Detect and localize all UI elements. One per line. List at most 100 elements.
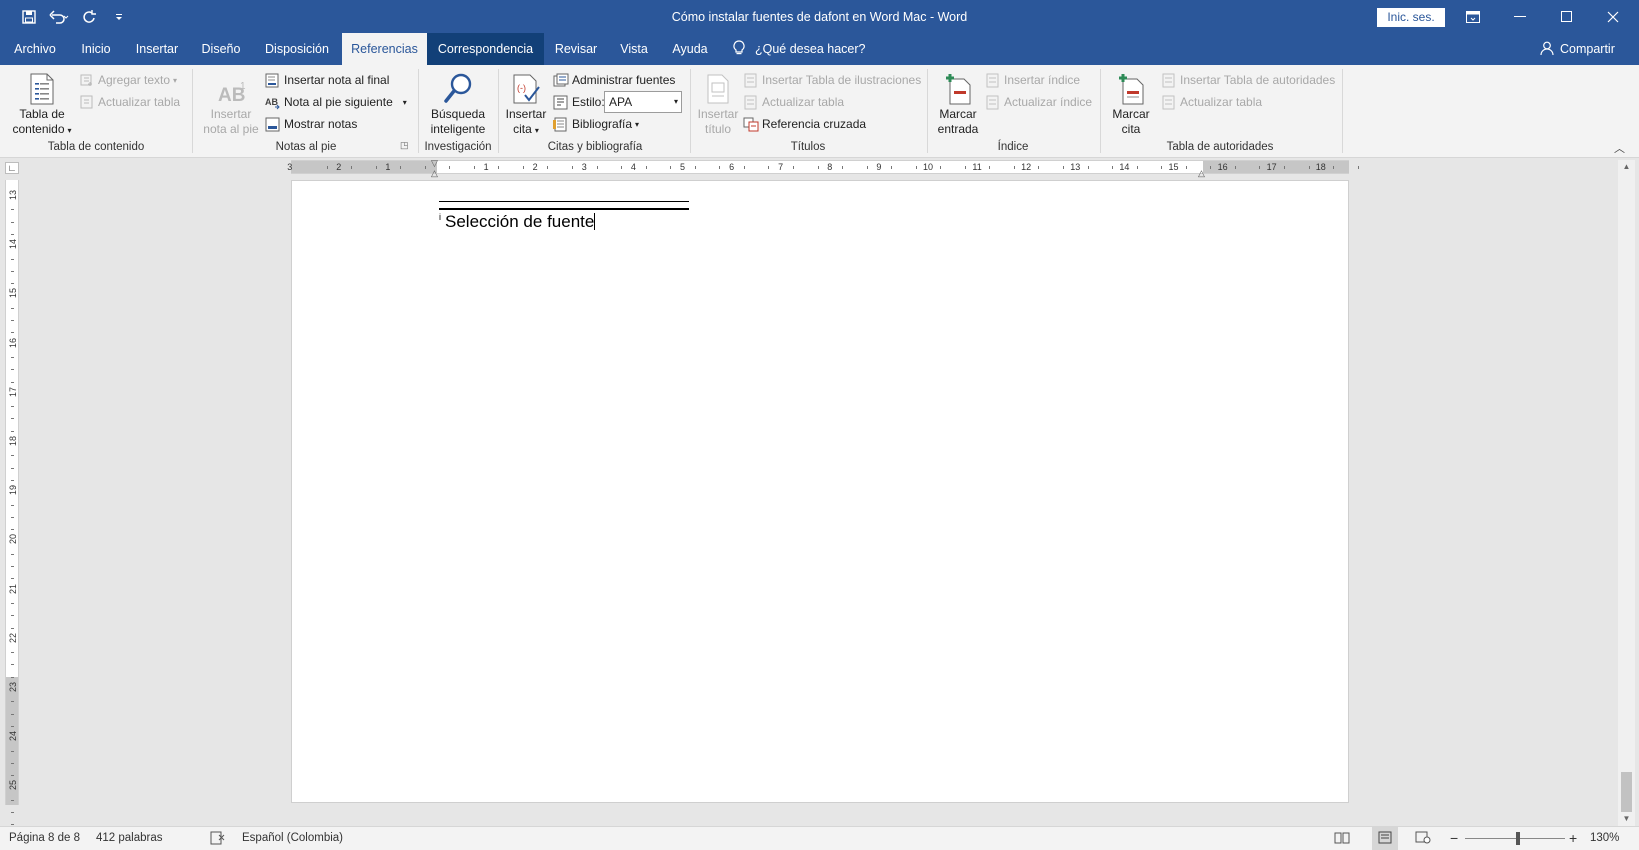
share-button[interactable]: Compartir: [1540, 33, 1615, 65]
ruler-tick: [11, 750, 14, 752]
ruler-tick: [817, 166, 819, 169]
mark-entry-button[interactable]: Marcar entrada: [932, 69, 984, 137]
update-table-icon: [78, 94, 95, 110]
ruler-number: 4: [630, 162, 636, 172]
chevron-down-icon: ▾: [635, 119, 640, 129]
vertical-scrollbar[interactable]: ▲ ▼: [1618, 160, 1635, 826]
svg-text:1: 1: [240, 81, 246, 92]
tab-referencias[interactable]: Referencias: [342, 33, 427, 65]
next-footnote-icon: AB: [264, 94, 281, 110]
ruler-number: 18: [1315, 162, 1326, 172]
tab-selector[interactable]: ∟: [5, 162, 19, 174]
insert-table-of-authorities-button[interactable]: Insertar Tabla de autoridades: [1160, 70, 1335, 90]
ruler-number: 15: [8, 288, 18, 299]
zoom-slider-track[interactable]: [1465, 838, 1565, 839]
ruler-tick: [11, 578, 14, 580]
smart-lookup-button[interactable]: Búsqueda inteligente: [424, 69, 492, 137]
tab-insertar[interactable]: Insertar: [126, 33, 188, 65]
tab-disposicion[interactable]: Disposición: [260, 33, 334, 65]
signin-button[interactable]: Inic. ses.: [1377, 8, 1445, 27]
tab-vista[interactable]: Vista: [613, 33, 655, 65]
insert-footnote-button[interactable]: AB 1 Insertar nota al pie: [200, 69, 262, 137]
tab-diseno[interactable]: Diseño: [195, 33, 247, 65]
update-authorities-table-button[interactable]: Actualizar tabla: [1160, 92, 1262, 112]
group-label-authorities: Tabla de autoridades: [1166, 141, 1274, 153]
ruler-tick: [11, 529, 14, 531]
zoom-level[interactable]: 130%: [1590, 827, 1619, 850]
horizontal-ruler[interactable]: ▽ △ △ 3 2 1 1 2 3 4 5 6 7 8 9 10 11 12 13 14 15 16 17 18: [287, 158, 1359, 178]
web-layout-icon[interactable]: [1415, 827, 1431, 850]
collapse-ribbon-icon[interactable]: ︿: [1614, 140, 1625, 156]
scroll-down-icon[interactable]: ▼: [1618, 812, 1635, 826]
ruler-number: 9: [876, 162, 882, 172]
insert-citation-button[interactable]: (-) Insertar cita ▾: [502, 69, 550, 138]
ruler-tick: [375, 166, 377, 169]
bibliography-button[interactable]: Bibliografía ▾: [552, 114, 639, 134]
tab-correspondencia[interactable]: Correspondencia: [427, 33, 544, 65]
cross-reference-button[interactable]: Referencia cruzada: [742, 114, 866, 134]
insert-footnote-label-2: nota al pie: [203, 122, 259, 136]
tab-ayuda[interactable]: Ayuda: [665, 33, 715, 65]
read-mode-icon[interactable]: [1334, 827, 1350, 850]
ruler-margin-left: [291, 161, 437, 173]
ruler-tick: [11, 566, 14, 567]
ruler-number: 16: [8, 337, 18, 348]
zoom-slider-thumb[interactable]: [1516, 832, 1520, 845]
tell-me-search[interactable]: ¿Qué desea hacer?: [733, 33, 866, 65]
update-figures-table-button[interactable]: Actualizar tabla: [742, 92, 844, 112]
insert-index-button[interactable]: Insertar índice: [984, 70, 1080, 90]
proofing-icon[interactable]: [210, 827, 226, 850]
scroll-up-icon[interactable]: ▲: [1618, 160, 1635, 174]
update-toc-button[interactable]: Actualizar tabla: [78, 92, 180, 112]
right-indent-marker[interactable]: △: [1198, 168, 1205, 179]
document-page[interactable]: i Selección de fuente: [291, 180, 1349, 803]
language-indicator[interactable]: Español (Colombia): [242, 827, 343, 850]
ruler-number: 25: [8, 780, 18, 791]
insert-table-of-figures-button[interactable]: Insertar Tabla de ilustraciones: [742, 70, 921, 90]
ruler-tick: [11, 775, 14, 777]
scrollbar-thumb[interactable]: [1621, 772, 1632, 812]
ruler-number: 7: [778, 162, 784, 172]
insert-endnote-button[interactable]: Insertar nota al final: [264, 70, 389, 90]
insert-caption-button[interactable]: Insertar título: [694, 69, 742, 137]
ruler-tick: [989, 166, 991, 169]
table-of-figures-icon: [742, 72, 759, 88]
ruler-tick: [11, 356, 14, 358]
ruler-number: 23: [8, 682, 18, 693]
hanging-indent-marker[interactable]: △: [431, 168, 438, 179]
cross-reference-icon: [742, 116, 759, 132]
ruler-tick: [11, 799, 14, 801]
ruler-tick: [1333, 166, 1335, 169]
citation-style-select[interactable]: APA ▾: [604, 91, 682, 113]
word-count[interactable]: 412 palabras: [96, 827, 163, 850]
next-footnote-label: Nota al pie siguiente: [284, 95, 393, 109]
vertical-ruler[interactable]: 13 14 15 16 17 18 19 20 21 22 23 24 25: [5, 180, 19, 826]
ruler-number: 2: [532, 162, 538, 172]
svg-text:AB: AB: [265, 97, 278, 107]
mark-citation-button[interactable]: Marcar cita: [1106, 69, 1156, 137]
tab-revisar[interactable]: Revisar: [552, 33, 600, 65]
zoom-in-icon[interactable]: +: [1569, 827, 1577, 850]
tab-inicio[interactable]: Inicio: [70, 33, 122, 65]
ruler-number: 19: [8, 485, 18, 496]
table-of-contents-button[interactable]: Tabla de contenido ▾: [8, 69, 76, 138]
maximize-icon[interactable]: [1543, 0, 1589, 33]
footnote-entry[interactable]: i Selección de fuente: [439, 212, 596, 232]
chevron-down-icon[interactable]: ▾: [403, 98, 407, 107]
show-notes-button[interactable]: Mostrar notas: [264, 114, 357, 134]
ruler-number: 20: [8, 534, 18, 545]
footnote-separator-thick: [439, 208, 689, 210]
tab-archivo[interactable]: Archivo: [0, 33, 70, 65]
print-layout-icon[interactable]: [1372, 827, 1398, 850]
manage-sources-button[interactable]: Administrar fuentes: [552, 70, 675, 90]
update-index-button[interactable]: Actualizar índice: [984, 92, 1092, 112]
minimize-icon[interactable]: [1497, 0, 1543, 33]
add-text-button[interactable]: Agregar texto ▾: [78, 70, 177, 90]
next-footnote-button[interactable]: AB Nota al pie siguiente ▾: [264, 92, 407, 112]
close-icon[interactable]: [1590, 0, 1636, 33]
page-count[interactable]: Página 8 de 8: [9, 827, 80, 850]
zoom-out-icon[interactable]: −: [1450, 827, 1458, 850]
ribbon-display-options-icon[interactable]: [1450, 0, 1496, 33]
footnote-ab-icon: AB 1: [200, 69, 262, 105]
ruler-tick: [11, 627, 14, 629]
